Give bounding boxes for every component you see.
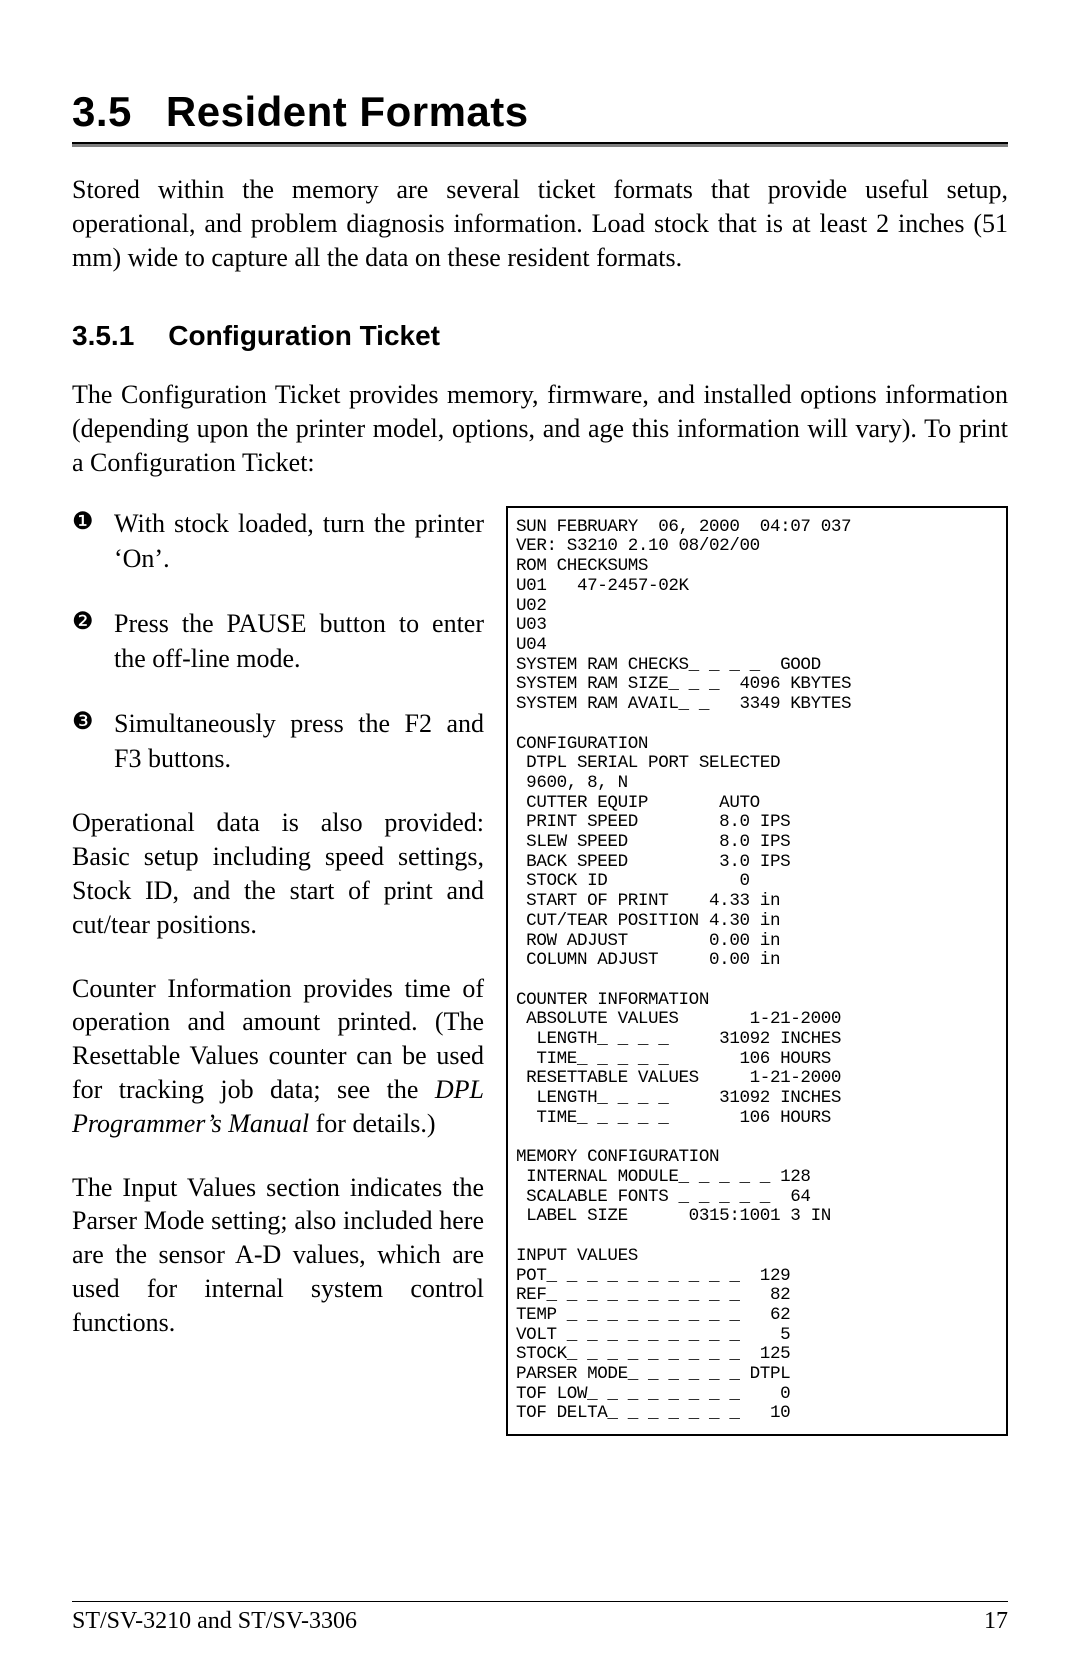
section-number: 3.5 [72,88,132,135]
right-column: SUN FEBRUARY 06, 2000 04:07 037 VER: S32… [506,506,1008,1436]
section-title: 3.5 Resident Formats [72,88,1008,136]
step-3-text: Simultaneously press the F2 and F3 butto… [114,706,484,776]
horizontal-rule [72,142,1008,147]
intro-paragraph: Stored within the memory are several tic… [72,173,1008,274]
counter-text-b: for details.) [309,1109,435,1138]
step-2: ❷ Press the PAUSE button to enter the of… [72,606,484,676]
input-values-paragraph: The Input Values section indicates the P… [72,1171,484,1340]
step-2-text: Press the PAUSE button to enter the off-… [114,606,484,676]
step-list: ❶ With stock loaded, turn the printer ‘O… [72,506,484,777]
page-footer: ST/SV-3210 and ST/SV-3306 17 [72,1601,1008,1635]
counter-paragraph: Counter Information provides time of ope… [72,972,484,1141]
subsection-intro: The Configuration Ticket provides memory… [72,378,1008,479]
page: 3.5 Resident Formats Stored within the me… [0,0,1080,1669]
step-3: ❸ Simultaneously press the F2 and F3 but… [72,706,484,776]
step-3-icon: ❸ [72,706,98,738]
counter-text-a: Counter Information provides time of ope… [72,974,484,1104]
step-1: ❶ With stock loaded, turn the printer ‘O… [72,506,484,576]
footer-page-number: 17 [984,1608,1008,1635]
step-1-text: With stock loaded, turn the printer ‘On’… [114,506,484,576]
subsection-title: 3.5.1 Configuration Ticket [72,320,1008,352]
step-1-icon: ❶ [72,506,98,538]
configuration-ticket-printout: SUN FEBRUARY 06, 2000 04:07 037 VER: S32… [506,506,1008,1436]
footer-model: ST/SV-3210 and ST/SV-3306 [72,1608,357,1635]
subsection-name: Configuration Ticket [168,320,440,351]
left-column: ❶ With stock loaded, turn the printer ‘O… [72,506,484,1436]
step-2-icon: ❷ [72,606,98,638]
subsection-number: 3.5.1 [72,320,134,351]
section-name: Resident Formats [166,88,529,135]
operational-paragraph: Operational data is also provided: Basic… [72,806,484,941]
two-column-region: ❶ With stock loaded, turn the printer ‘O… [72,506,1008,1436]
